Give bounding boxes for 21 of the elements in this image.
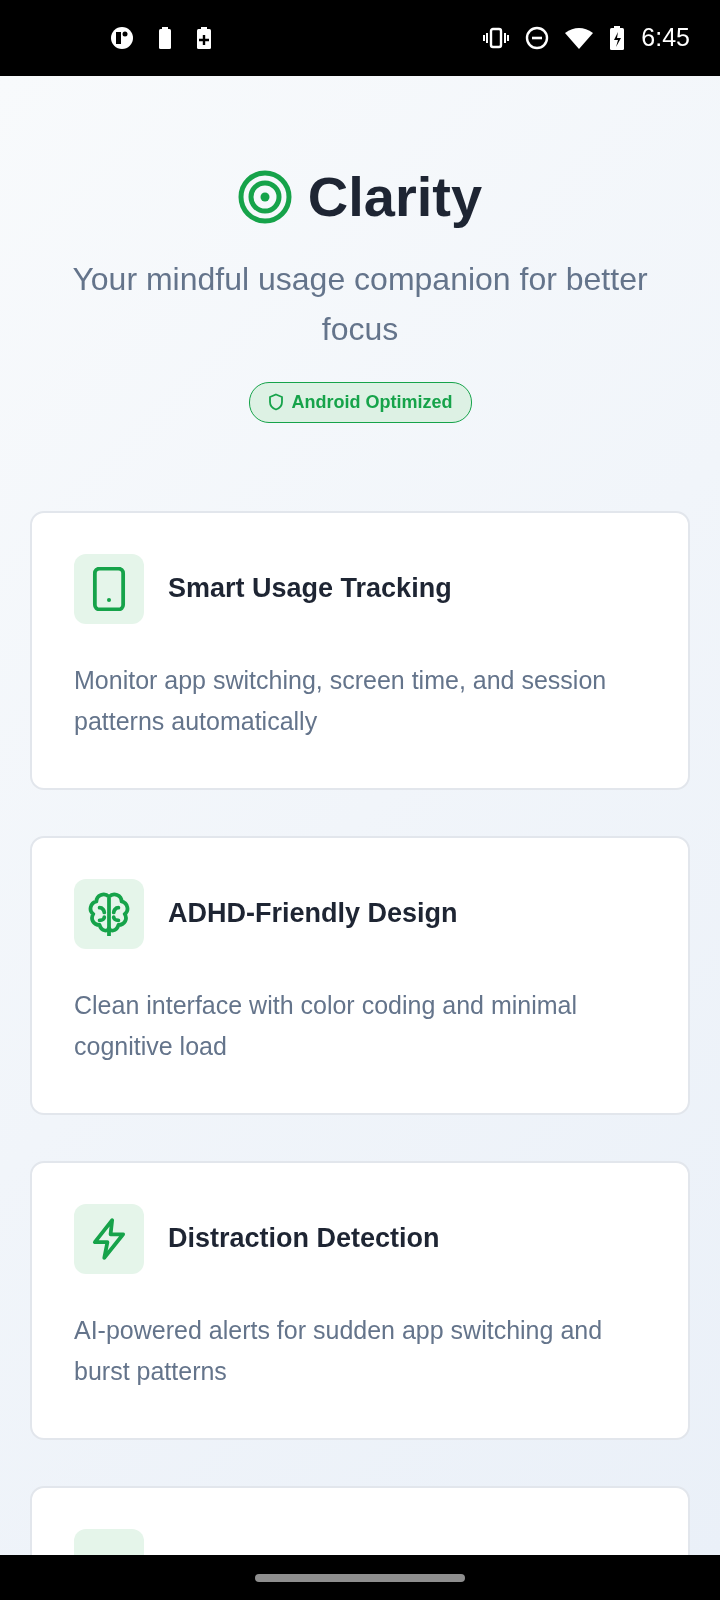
feature-title: Smart Usage Tracking [168, 572, 452, 605]
shield-icon [267, 393, 284, 412]
battery-icon [158, 26, 172, 50]
do-not-disturb-icon [525, 26, 550, 50]
app-icon [110, 26, 134, 50]
clock-time: 6:45 [641, 22, 690, 54]
brain-icon [87, 891, 131, 936]
target-icon [237, 169, 292, 224]
vibrate-icon [483, 27, 510, 49]
home-handle[interactable] [255, 1573, 465, 1582]
feature-title: Distraction Detection [168, 1222, 440, 1255]
feature-description: AI-powered alerts for sudden app switching and burst patterns [74, 1314, 604, 1387]
feature-description: Clean interface with color coding and minimal cognitive load [74, 989, 579, 1062]
app-subtitle: Your mindful usage companion for better focus [71, 259, 649, 349]
battery-plus-icon [196, 26, 212, 50]
platform-badge: Android Optimized [248, 381, 472, 423]
app-title: Clarity [307, 166, 483, 228]
wifi-icon [565, 27, 594, 49]
feature-title: ADHD-Friendly Design [168, 897, 458, 930]
feature-description: Monitor app switching, screen time, and session patterns automatically [74, 664, 608, 737]
battery-charging-icon [609, 25, 626, 51]
